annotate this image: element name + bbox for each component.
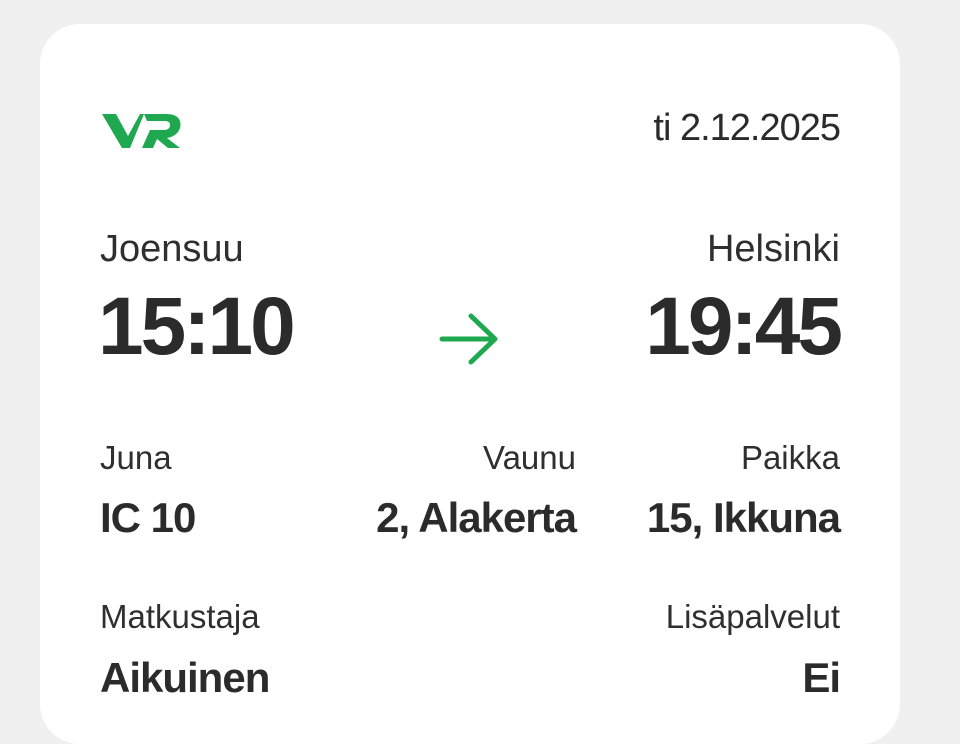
car-value: 2, Alakerta: [376, 494, 577, 541]
vr-logo: [102, 114, 181, 148]
departure-time: 15:10: [98, 281, 296, 372]
train-value: IC 10: [100, 494, 196, 541]
arrival-station: Helsinki: [706, 228, 840, 270]
train-label: Juna: [100, 439, 172, 476]
passenger-value: Aikuinen: [100, 654, 270, 701]
passenger-label: Matkustaja: [100, 598, 260, 635]
arrow-right-icon: [439, 313, 498, 365]
ticket-card: ti 2.12.2025 Joensuu Helsinki 15:10 19:4…: [40, 24, 900, 744]
travel-date: ti 2.12.2025: [653, 107, 841, 149]
seat-value: 15, Ikkuna: [646, 494, 841, 541]
arrival-time: 19:45: [645, 281, 843, 372]
extras-label: Lisäpalvelut: [665, 598, 840, 635]
extras-value: Ei: [802, 654, 841, 701]
departure-station: Joensuu: [100, 228, 244, 270]
car-label: Vaunu: [483, 439, 576, 476]
seat-label: Paikka: [740, 439, 840, 476]
